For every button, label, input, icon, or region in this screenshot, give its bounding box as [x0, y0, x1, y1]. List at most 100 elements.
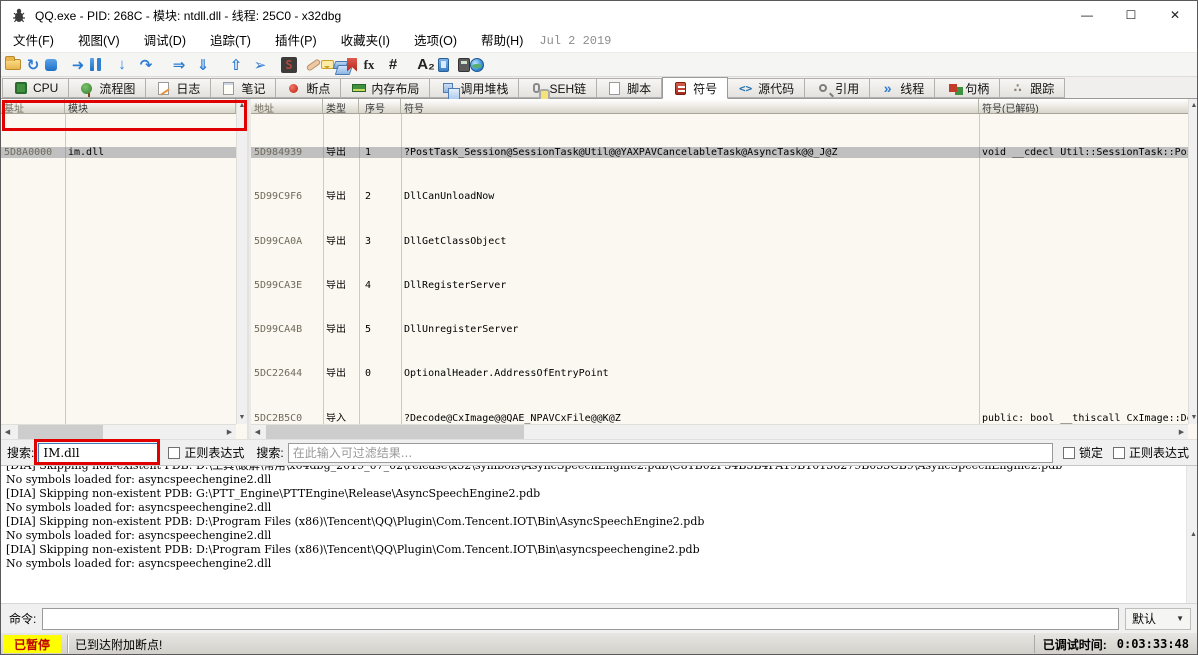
attach-icon[interactable]: ➢: [248, 54, 272, 76]
step-over-icon[interactable]: ↷: [134, 54, 158, 76]
tab-log[interactable]: 日志: [146, 78, 211, 98]
symbol-type: 导入: [323, 413, 359, 424]
tab-graph[interactable]: 流程图: [69, 78, 146, 98]
scrollbar-thumb[interactable]: [18, 425, 103, 439]
column-header-symbol-decoded[interactable]: 符号(已解码): [979, 99, 1188, 113]
column-header-ordinal[interactable]: 序号: [359, 99, 401, 113]
menu-item[interactable]: 追踪(T): [198, 29, 263, 53]
scroll-up-icon[interactable]: ▲: [237, 99, 247, 112]
tab-references[interactable]: 引用: [805, 78, 870, 98]
patches-icon[interactable]: [306, 58, 322, 72]
symbol-type: 导出: [323, 324, 359, 335]
symbol-filter-input[interactable]: [288, 443, 1053, 463]
symbol-row[interactable]: 5DC22644 导出 0 OptionalHeader.AddressOfEn…: [251, 368, 1188, 379]
strings-icon[interactable]: A₂: [414, 54, 438, 76]
tab-memory-map[interactable]: 内存布局: [341, 78, 430, 98]
symbol-ordinal: 1: [359, 147, 401, 158]
tab-threads[interactable]: » 线程: [870, 78, 935, 98]
toolbar-separator: [272, 54, 281, 76]
tab-seh-chain[interactable]: SEH链: [519, 78, 597, 98]
tab-cpu[interactable]: CPU: [2, 78, 69, 98]
menu-item[interactable]: 收藏夹(I): [329, 29, 402, 53]
command-preset-dropdown[interactable]: 默认 ▼: [1125, 608, 1191, 630]
log-line: No symbols loaded for: asyncspeechengine…: [6, 557, 1184, 571]
execute-till-return-icon[interactable]: ⇓: [191, 54, 215, 76]
column-header-base[interactable]: 基址: [1, 99, 65, 113]
menu-item[interactable]: 选项(O): [402, 29, 469, 53]
log-vertical-scrollbar[interactable]: ▲ ▼: [1186, 466, 1197, 603]
restart-icon[interactable]: ↻: [21, 54, 45, 76]
scrollbar-thumb[interactable]: [266, 425, 524, 439]
scroll-up-icon[interactable]: ▲: [1187, 466, 1197, 603]
functions-icon[interactable]: fx: [357, 54, 381, 76]
tab-call-stack[interactable]: 调用堆栈: [430, 78, 519, 98]
symbol-list-horizontal-scrollbar[interactable]: ◀ ▶: [251, 424, 1188, 439]
symbol-regex-checkbox[interactable]: [1113, 447, 1125, 459]
module-search-input[interactable]: [38, 443, 158, 463]
symbol-row[interactable]: 5D984939 导出 1 ?PostTask_Session@SessionT…: [251, 147, 1188, 158]
column-header-type[interactable]: 类型: [323, 99, 359, 113]
tab-script[interactable]: 脚本: [597, 78, 662, 98]
bookmarks-icon[interactable]: [347, 58, 357, 72]
command-input[interactable]: [42, 608, 1119, 630]
hash-icon[interactable]: #: [381, 54, 405, 76]
module-regex-checkbox[interactable]: [168, 447, 180, 459]
close-debuggee-icon[interactable]: [45, 59, 57, 71]
symbol-row[interactable]: 5DC2B5C0 导入 ?Decode@CxImage@@QAE_NPAVCxF…: [251, 413, 1188, 424]
symbol-ordinal: [359, 413, 401, 424]
symbol-list-vertical-scrollbar[interactable]: ▲ ▼: [1188, 99, 1198, 424]
open-file-icon[interactable]: [5, 59, 21, 70]
debug-time-label: 已调试时间:: [1043, 636, 1107, 653]
symbol-row[interactable]: 5D99CA0A 导出 3 DllGetClassObject: [251, 236, 1188, 247]
lock-checkbox[interactable]: [1063, 447, 1075, 459]
tab-label: 句柄: [965, 80, 989, 97]
module-list-horizontal-scrollbar[interactable]: ◀ ▶: [1, 424, 236, 439]
menu-item[interactable]: 视图(V): [66, 29, 132, 53]
symbol-address: 5D99CA3E: [251, 280, 323, 291]
run-icon[interactable]: ➜: [66, 54, 90, 76]
column-header-symbol[interactable]: 符号: [401, 99, 979, 113]
scroll-right-icon[interactable]: ▶: [223, 425, 236, 439]
menu-item[interactable]: 帮助(H): [469, 29, 535, 53]
symbol-row[interactable]: 5D99CA3E 导出 4 DllRegisterServer: [251, 280, 1188, 291]
minimize-button[interactable]: —: [1065, 1, 1109, 29]
tab-trace[interactable]: ∴ 跟踪: [1000, 78, 1065, 98]
module-row[interactable]: 5D8A0000 im.dll: [1, 147, 236, 158]
scroll-left-icon[interactable]: ◀: [251, 425, 264, 439]
scroll-right-icon[interactable]: ▶: [1175, 425, 1188, 439]
tab-label: SEH链: [549, 80, 586, 97]
symbol-row[interactable]: 5D99CA4B 导出 5 DllUnregisterServer: [251, 324, 1188, 335]
scroll-left-icon[interactable]: ◀: [1, 425, 14, 439]
run-to-cursor-icon[interactable]: ⇒: [167, 54, 191, 76]
calculator-icon[interactable]: [458, 58, 470, 72]
module-list-vertical-scrollbar[interactable]: ▲ ▼: [236, 99, 247, 424]
symbol-type: 导出: [323, 236, 359, 247]
tab-handles[interactable]: 句柄: [935, 78, 1000, 98]
help-globe-icon[interactable]: [470, 58, 484, 72]
maximize-button[interactable]: ☐: [1109, 1, 1153, 29]
tab-label: 断点: [306, 80, 330, 97]
symbol-row[interactable]: 5D99C9F6 导出 2 DllCanUnloadNow: [251, 191, 1188, 202]
close-button[interactable]: ✕: [1153, 1, 1197, 29]
pause-icon[interactable]: [90, 58, 94, 71]
menu-item[interactable]: 插件(P): [263, 29, 329, 53]
trace-coverage-icon[interactable]: S: [281, 57, 297, 73]
tab-breakpoints[interactable]: 断点: [276, 78, 341, 98]
scroll-down-icon[interactable]: ▼: [237, 411, 247, 424]
menu-item[interactable]: 调试(D): [132, 29, 198, 53]
tab-symbols[interactable]: 符号: [662, 77, 728, 99]
symbol-type: 导出: [323, 368, 359, 379]
menu-item[interactable]: 文件(F): [1, 29, 66, 53]
module-base-address: 5D8A0000: [1, 147, 65, 158]
modules-device-icon[interactable]: [438, 58, 449, 72]
scroll-up-icon[interactable]: ▲: [1189, 99, 1198, 112]
module-regex-label: 正则表达式: [184, 444, 244, 461]
tab-source[interactable]: <> 源代码: [728, 78, 805, 98]
column-header-module[interactable]: 模块: [65, 99, 236, 113]
labels-icon[interactable]: [333, 61, 349, 69]
run-to-user-code-icon[interactable]: ⇧: [224, 54, 248, 76]
step-into-icon[interactable]: ↓: [110, 54, 134, 76]
scroll-down-icon[interactable]: ▼: [1189, 411, 1198, 424]
column-header-address[interactable]: 地址: [251, 99, 323, 113]
tab-notes[interactable]: 笔记: [211, 78, 276, 98]
